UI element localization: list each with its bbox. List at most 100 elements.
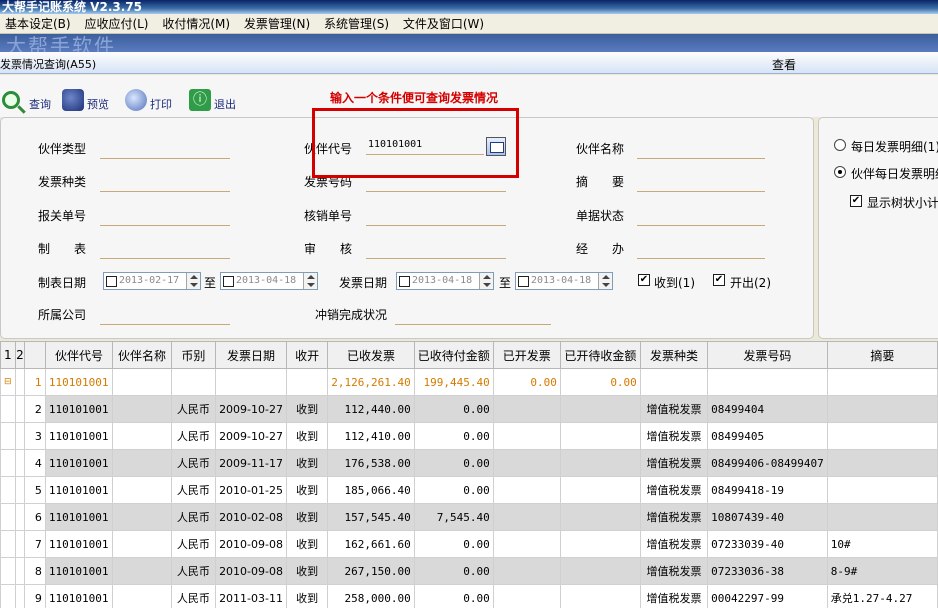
make-date-from[interactable]: 2013-02-17 bbox=[103, 272, 201, 290]
col-issued-invoice[interactable]: 已开发票 bbox=[492, 341, 561, 369]
cell-partner-name[interactable] bbox=[112, 449, 172, 477]
print-button[interactable]: 打印 bbox=[125, 87, 172, 113]
cell-issued-invoice[interactable] bbox=[492, 530, 561, 558]
cell-issued-pending-receive[interactable]: 0.00 bbox=[559, 368, 641, 396]
handler-field[interactable] bbox=[637, 241, 765, 259]
cell-issued-invoice[interactable] bbox=[492, 422, 561, 450]
cell-receive-issue[interactable]: 收到 bbox=[285, 584, 329, 608]
cell-issued-invoice[interactable] bbox=[492, 449, 561, 477]
cell-receive-issue[interactable]: 收到 bbox=[285, 557, 329, 585]
cell-receive-issue[interactable]: 收到 bbox=[285, 476, 329, 504]
cell-currency[interactable] bbox=[170, 368, 217, 396]
invoice-date-to-spinner[interactable] bbox=[598, 273, 612, 289]
cell-partner-code[interactable]: 110101001 bbox=[44, 584, 114, 608]
table-row-total[interactable]: ⊟ 1 110101001 2,126,261.40 199,445.40 0.00 0.0… bbox=[0, 368, 938, 396]
cell-issued-invoice[interactable] bbox=[492, 584, 561, 608]
cell-currency[interactable]: 人民币 bbox=[170, 503, 217, 531]
daily-detail-radio[interactable] bbox=[834, 139, 846, 151]
cell-received-pending-pay[interactable]: 0.00 bbox=[413, 395, 494, 423]
cell-invoice-kind[interactable]: 增值税发票 bbox=[639, 584, 709, 608]
table-row[interactable]: 2 110101001 人民币 2009-10-27 收到 112,440.00 0.00 增… bbox=[0, 395, 938, 423]
invoice-date-to[interactable]: 2013-04-18 bbox=[515, 272, 613, 290]
cell-issued-pending-receive[interactable] bbox=[559, 584, 641, 608]
cell-partner-code[interactable]: 110101001 bbox=[44, 449, 114, 477]
cell-partner-name[interactable] bbox=[112, 395, 172, 423]
cell-partner-name[interactable] bbox=[112, 368, 172, 396]
cell-issued-pending-receive[interactable] bbox=[559, 422, 641, 450]
cell-invoice-date[interactable]: 2010-09-08 bbox=[215, 557, 287, 585]
cell-received-invoice[interactable]: 258,000.00 bbox=[327, 584, 415, 608]
cell-partner-code[interactable]: 110101001 bbox=[44, 476, 114, 504]
cell-invoice-kind[interactable]: 增值税发票 bbox=[639, 557, 709, 585]
table-row[interactable]: 3 110101001 人民币 2009-10-27 收到 112,410.00 0.00 增… bbox=[0, 422, 938, 450]
cell-received-pending-pay[interactable]: 199,445.40 bbox=[413, 368, 494, 396]
cell-invoice-kind[interactable]: 增值税发票 bbox=[639, 422, 709, 450]
cell-partner-code[interactable]: 110101001 bbox=[44, 503, 114, 531]
preview-button[interactable]: 预览 bbox=[62, 87, 109, 113]
cell-receive-issue[interactable]: 收到 bbox=[285, 422, 329, 450]
menu-basic-settings[interactable]: 基本设定(B) bbox=[0, 14, 76, 33]
invoice-date-from[interactable]: 2013-04-18 bbox=[396, 272, 494, 290]
table-row[interactable]: 9 110101001 人民币 2011-03-11 收到 258,000.00 0.00 增… bbox=[0, 584, 938, 608]
cell-receive-issue[interactable]: 收到 bbox=[285, 449, 329, 477]
cell-invoice-date[interactable]: 2010-02-08 bbox=[215, 503, 287, 531]
cell-currency[interactable]: 人民币 bbox=[170, 395, 217, 423]
maker-field[interactable] bbox=[100, 241, 230, 259]
menu-file-window[interactable]: 文件及窗口(W) bbox=[398, 14, 489, 33]
customs-no-field[interactable] bbox=[100, 208, 230, 226]
cell-receive-issue[interactable]: 收到 bbox=[285, 395, 329, 423]
cell-receive-issue[interactable]: 收到 bbox=[285, 530, 329, 558]
cell-invoice-number[interactable]: 08499406-08499407 bbox=[707, 449, 828, 477]
cell-issued-invoice[interactable] bbox=[492, 476, 561, 504]
cell-issued-invoice[interactable] bbox=[492, 503, 561, 531]
cell-issued-invoice[interactable] bbox=[492, 395, 561, 423]
table-row[interactable]: 7 110101001 人民币 2010-09-08 收到 162,661.60 0.00 增… bbox=[0, 530, 938, 558]
cell-receive-issue[interactable] bbox=[285, 368, 329, 396]
col-received-pending-pay[interactable]: 已收待付金额 bbox=[413, 341, 494, 369]
exit-button[interactable]: ⓘ 退出 bbox=[189, 87, 236, 113]
cell-invoice-date[interactable]: 2009-10-27 bbox=[215, 422, 287, 450]
col-invoice-number[interactable]: 发票号码 bbox=[707, 341, 828, 369]
show-tree-subtotal-checkbox[interactable]: ✔ bbox=[850, 195, 862, 207]
cell-received-invoice[interactable]: 162,661.60 bbox=[327, 530, 415, 558]
table-row[interactable]: 8 110101001 人民币 2010-09-08 收到 267,150.00 0.00 增… bbox=[0, 557, 938, 585]
cell-memo[interactable] bbox=[826, 395, 938, 423]
cell-memo[interactable]: 8-9# bbox=[826, 557, 938, 585]
col-invoice-kind[interactable]: 发票种类 bbox=[639, 341, 709, 369]
make-date-from-spinner[interactable] bbox=[186, 273, 200, 289]
cell-memo[interactable] bbox=[826, 476, 938, 504]
cell-issued-pending-receive[interactable] bbox=[559, 476, 641, 504]
cell-invoice-date[interactable]: 2010-01-25 bbox=[215, 476, 287, 504]
cell-partner-code[interactable]: 110101001 bbox=[44, 368, 114, 396]
col-partner-code[interactable]: 伙伴代号 bbox=[44, 341, 114, 369]
cell-invoice-kind[interactable]: 增值税发票 bbox=[639, 395, 709, 423]
cell-received-invoice[interactable]: 112,440.00 bbox=[327, 395, 415, 423]
partner-daily-detail-radio[interactable] bbox=[834, 166, 846, 178]
cell-received-pending-pay[interactable]: 0.00 bbox=[413, 422, 494, 450]
cell-invoice-number[interactable]: 08499418-19 bbox=[707, 476, 828, 504]
cell-invoice-date[interactable]: 2009-10-27 bbox=[215, 395, 287, 423]
cell-memo[interactable] bbox=[826, 449, 938, 477]
col-issued-pending-receive[interactable]: 已开待收金额 bbox=[559, 341, 641, 369]
partner-type-field[interactable] bbox=[100, 141, 230, 159]
cell-received-invoice[interactable]: 157,545.40 bbox=[327, 503, 415, 531]
invoice-date-to-checkbox[interactable] bbox=[518, 276, 529, 287]
menu-system-management[interactable]: 系统管理(S) bbox=[319, 14, 394, 33]
cell-partner-code[interactable]: 110101001 bbox=[44, 557, 114, 585]
cell-memo[interactable] bbox=[826, 368, 938, 396]
table-row[interactable]: 6 110101001 人民币 2010-02-08 收到 157,545.40 7,545… bbox=[0, 503, 938, 531]
cell-received-invoice[interactable]: 2,126,261.40 bbox=[327, 368, 415, 396]
cell-partner-name[interactable] bbox=[112, 557, 172, 585]
cell-memo[interactable] bbox=[826, 422, 938, 450]
cell-invoice-date[interactable]: 2011-03-11 bbox=[215, 584, 287, 608]
summary-field[interactable] bbox=[637, 174, 765, 192]
cell-currency[interactable]: 人民币 bbox=[170, 476, 217, 504]
cell-received-pending-pay[interactable]: 0.00 bbox=[413, 476, 494, 504]
menu-payment-status[interactable]: 收付情况(M) bbox=[157, 14, 235, 33]
cell-partner-code[interactable]: 110101001 bbox=[44, 422, 114, 450]
make-date-to-checkbox[interactable] bbox=[223, 276, 234, 287]
tree-collapse-icon[interactable]: ⊟ bbox=[0, 368, 16, 396]
cell-currency[interactable]: 人民币 bbox=[170, 530, 217, 558]
cell-issued-pending-receive[interactable] bbox=[559, 503, 641, 531]
cell-received-invoice[interactable]: 176,538.00 bbox=[327, 449, 415, 477]
